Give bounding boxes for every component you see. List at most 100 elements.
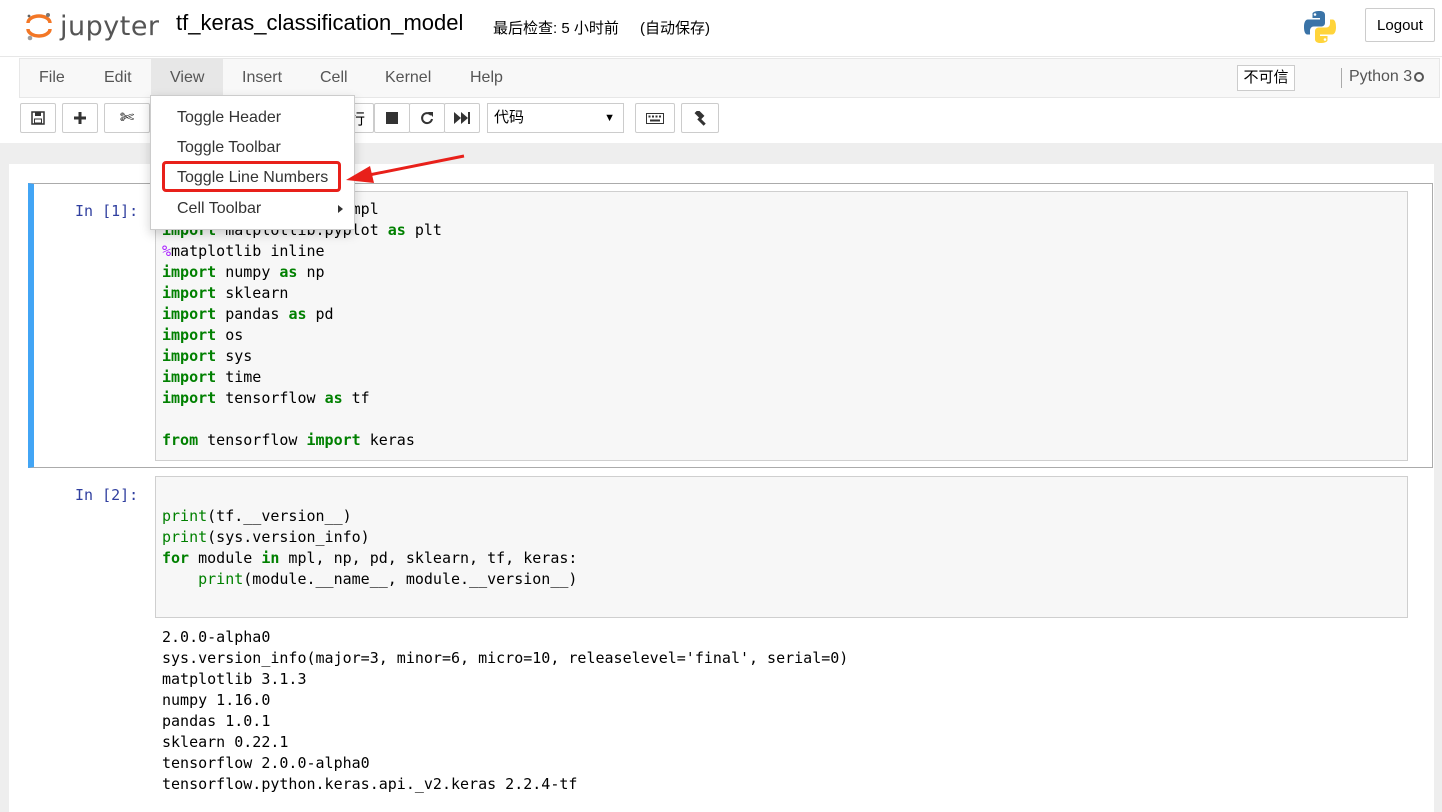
notebook-title[interactable]: tf_keras_classification_model xyxy=(176,10,463,36)
code-input-area[interactable]: print(tf.__version__) print(sys.version_i… xyxy=(155,476,1408,618)
code-line: for module in mpl, np, pd, sklearn, tf, … xyxy=(162,548,577,569)
kernel-name[interactable]: Python 3 xyxy=(1349,68,1412,86)
python-logo-icon xyxy=(1302,9,1338,45)
output-line: 2.0.0-alpha0 xyxy=(162,628,271,646)
code-line: import sys xyxy=(162,346,442,367)
menu-kernel[interactable]: Kernel xyxy=(366,59,450,97)
magic-token: % xyxy=(162,242,172,260)
cell-prompt: In [2]: xyxy=(75,486,139,504)
cut-button[interactable]: ✄ xyxy=(104,103,150,133)
cell-type-select[interactable]: 代码 ▼ xyxy=(487,103,624,133)
code-line: import pandas as pd xyxy=(162,304,442,325)
code-cell-2[interactable]: In [2]: print(tf.__version__) print(sys.v… xyxy=(28,475,1433,812)
keyword-token: as xyxy=(387,221,406,239)
insert-cell-button[interactable] xyxy=(62,103,98,133)
menu-item-cell-toolbar-label: Cell Toolbar xyxy=(177,200,262,217)
code-line: print(sys.version_info) xyxy=(162,527,577,548)
restart-run-all-button[interactable] xyxy=(444,103,480,133)
cell-type-value: 代码 xyxy=(494,109,525,126)
code-token: tf xyxy=(342,389,370,407)
scissors-icon: ✄ xyxy=(119,108,135,127)
code-line: print(tf.__version__) xyxy=(162,506,577,527)
jupyter-logo[interactable]: jupyter xyxy=(24,8,160,44)
code-token: sys xyxy=(216,347,253,365)
menubar: File Edit View Insert Cell Kernel Help 不… xyxy=(19,58,1440,98)
keyword-token: import xyxy=(162,284,217,302)
notebook-container: In [1]: import matplotlib as mplimport m… xyxy=(9,164,1434,812)
kernel-separator xyxy=(1341,68,1342,88)
code-token: keras xyxy=(360,431,415,449)
restart-button[interactable] xyxy=(409,103,445,133)
menu-view[interactable]: View xyxy=(151,59,224,97)
keyboard-icon xyxy=(646,112,664,124)
code-token: plt xyxy=(405,221,442,239)
keyword-token: import xyxy=(162,326,217,344)
code-token: (tf.__version__) xyxy=(207,507,352,525)
code-line: from tensorflow import keras xyxy=(162,430,442,451)
code-token: pd xyxy=(306,305,334,323)
keyword-token: as xyxy=(288,305,307,323)
annotation-highlight-box xyxy=(162,161,341,192)
keyword-token: import xyxy=(162,263,217,281)
interrupt-button[interactable] xyxy=(374,103,410,133)
menu-item-toggle-header[interactable]: Toggle Header xyxy=(151,103,354,133)
menu-item-cell-toolbar[interactable]: Cell Toolbar xyxy=(151,194,354,224)
code-line: %matplotlib inline xyxy=(162,241,442,262)
chevron-down-icon: ▼ xyxy=(604,112,615,124)
code-line: import os xyxy=(162,325,442,346)
code-token: (module.__name__, module.__version__) xyxy=(243,570,578,588)
keyword-token: import xyxy=(162,368,217,386)
code-input-area[interactable]: import matplotlib as mplimport matplotli… xyxy=(155,191,1408,461)
keyword-token: as xyxy=(324,389,343,407)
menu-file[interactable]: File xyxy=(20,59,84,97)
keyword-token: import xyxy=(162,347,217,365)
kernel-idle-indicator-icon xyxy=(1414,72,1424,82)
menu-help[interactable]: Help xyxy=(451,59,522,97)
code-text: import matplotlib as mplimport matplotli… xyxy=(162,199,442,451)
code-line: import numpy as np xyxy=(162,262,442,283)
code-line: import time xyxy=(162,367,442,388)
menu-item-toggle-toolbar[interactable]: Toggle Toolbar xyxy=(151,133,354,163)
jupyter-logo-icon xyxy=(24,11,54,41)
logout-button[interactable]: Logout xyxy=(1365,8,1435,42)
command-palette-button[interactable] xyxy=(635,103,675,133)
keyword-token: in xyxy=(261,549,280,567)
output-line: sys.version_info(major=3, minor=6, micro… xyxy=(162,649,849,667)
save-button[interactable] xyxy=(20,103,56,133)
code-token: mpl, np, pd, sklearn, tf, keras: xyxy=(279,549,578,567)
menu-cell[interactable]: Cell xyxy=(301,59,367,97)
code-token: pandas xyxy=(216,305,289,323)
code-token: numpy xyxy=(216,263,280,281)
code-token: tensorflow xyxy=(216,389,325,407)
code-token: matplotlib inline xyxy=(171,242,325,260)
not-trusted-button[interactable]: 不可信 xyxy=(1237,65,1295,91)
cell-output: 2.0.0-alpha0 sys.version_info(major=3, mi… xyxy=(162,627,848,795)
output-line: tensorflow.python.keras.api._v2.keras 2.… xyxy=(162,775,578,793)
code-token: np xyxy=(297,263,325,281)
keyword-token: import xyxy=(162,389,217,407)
output-line: tensorflow 2.0.0-alpha0 xyxy=(162,754,370,772)
autosave-status: (自动保存) xyxy=(640,20,710,37)
checkpoint-status: 最后检查: 5 小时前 xyxy=(493,20,619,37)
submenu-caret-icon xyxy=(338,205,343,213)
code-token: os xyxy=(216,326,244,344)
code-line: print(module.__name__, module.__version_… xyxy=(162,569,577,590)
fast-forward-icon xyxy=(454,112,470,124)
save-icon xyxy=(31,111,45,125)
menu-insert[interactable]: Insert xyxy=(223,59,301,97)
code-line: import sklearn xyxy=(162,283,442,304)
code-token: tensorflow xyxy=(198,431,307,449)
code-token: (sys.version_info) xyxy=(207,528,370,546)
keyword-token: as xyxy=(279,263,298,281)
stop-icon xyxy=(386,112,398,124)
build-tool-button[interactable] xyxy=(681,103,719,133)
menu-edit[interactable]: Edit xyxy=(85,59,151,97)
output-line: sklearn 0.22.1 xyxy=(162,733,289,751)
code-text: print(tf.__version__) print(sys.version_i… xyxy=(162,485,577,590)
code-token: sklearn xyxy=(216,284,289,302)
annotation-arrow-icon xyxy=(346,154,465,183)
builtin-token: print xyxy=(162,528,208,546)
